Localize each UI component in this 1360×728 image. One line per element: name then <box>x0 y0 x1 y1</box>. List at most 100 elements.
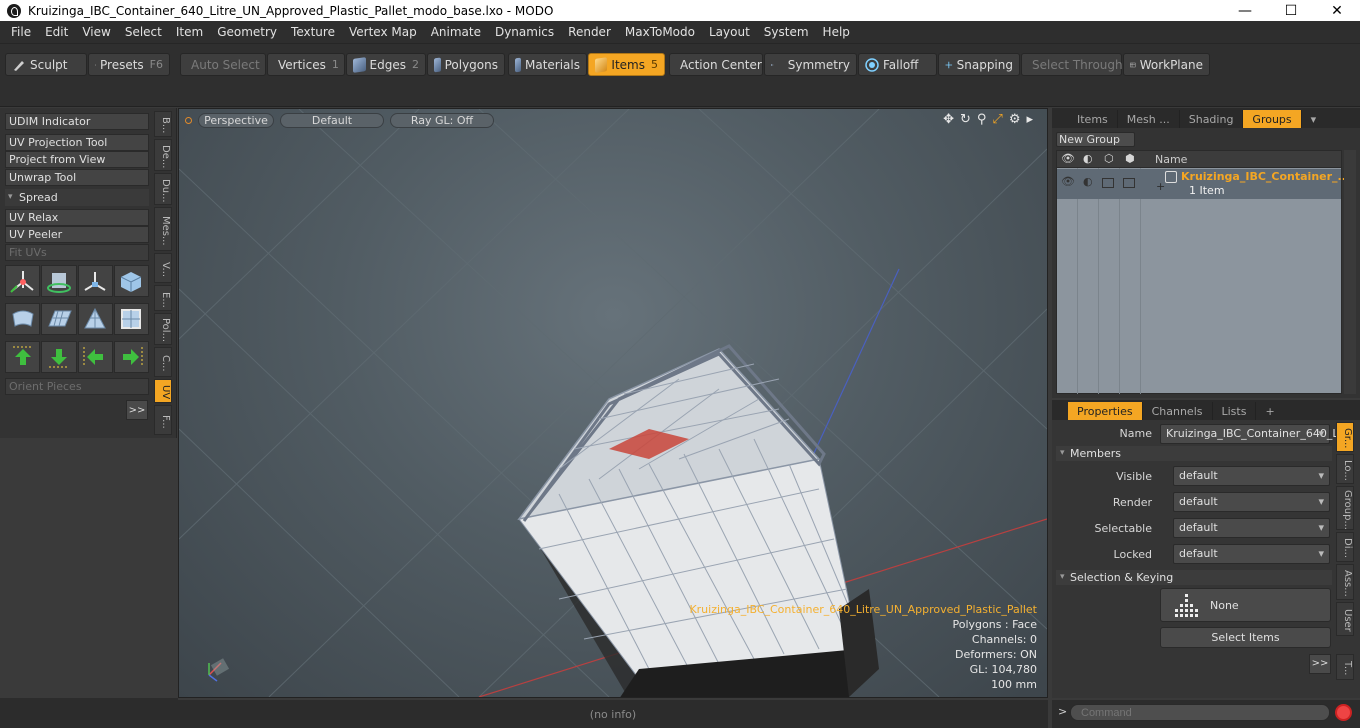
add-tab-button[interactable]: + <box>1256 402 1283 420</box>
items-button[interactable]: Items 5 <box>588 53 665 76</box>
project-from-view-button[interactable]: Project from View <box>5 151 149 168</box>
tab-properties[interactable]: Properties <box>1068 402 1143 420</box>
udim-indicator-button[interactable]: UDIM Indicator <box>5 113 149 130</box>
uv-peeler-button[interactable]: UV Peeler <box>5 226 149 243</box>
menu-vertex-map[interactable]: Vertex Map <box>342 25 424 39</box>
left-more-button[interactable]: >> <box>126 400 148 420</box>
edges-button[interactable]: Edges 2 <box>346 53 426 76</box>
vtab-pol[interactable]: Pol... <box>154 313 172 345</box>
row-visibility-eye-icon[interactable]: 👁 <box>1061 175 1075 188</box>
groups-scrollbar[interactable] <box>1344 150 1356 394</box>
uv-transform-icon[interactable] <box>5 265 41 297</box>
falloff-button[interactable]: Falloff <box>858 53 937 76</box>
vtab-group[interactable]: Group... <box>1336 486 1354 530</box>
locked-dropdown[interactable]: default <box>1173 544 1330 564</box>
vtab-gr[interactable]: Gr... <box>1336 422 1354 452</box>
uv-cylinder-icon[interactable] <box>41 265 77 297</box>
menu-view[interactable]: View <box>75 25 117 39</box>
viewport-options-dot[interactable] <box>185 116 192 124</box>
maximize-button[interactable]: ☐ <box>1268 0 1314 21</box>
shading-style-dropdown[interactable]: Default <box>280 112 384 128</box>
row-lock-checkbox[interactable] <box>1123 178 1135 188</box>
visibility-col-eye-icon[interactable]: 👁 <box>1061 152 1075 165</box>
uv-wrap-icon[interactable] <box>5 303 41 335</box>
polygons-button[interactable]: Polygons <box>427 53 505 76</box>
vtab-user[interactable]: User <box>1336 602 1354 636</box>
uv-projection-tool-button[interactable]: UV Projection Tool <box>5 134 149 151</box>
ray-gl-toggle[interactable]: Ray GL: Off <box>390 112 494 128</box>
viewport-menu-arrow-icon[interactable]: ▸ <box>1026 112 1033 127</box>
snapping-button[interactable]: Snapping <box>938 53 1020 76</box>
selectable-dropdown[interactable]: default <box>1173 518 1330 538</box>
menu-dynamics[interactable]: Dynamics <box>488 25 561 39</box>
vtab-f[interactable]: F... <box>154 405 172 435</box>
menu-maxtomodo[interactable]: MaxToModo <box>618 25 702 39</box>
orient-pieces-button[interactable]: Orient Pieces <box>5 378 149 395</box>
symmetry-button[interactable]: Symmetry <box>764 53 857 76</box>
menu-file[interactable]: File <box>4 25 38 39</box>
close-button[interactable]: ✕ <box>1314 0 1360 21</box>
3d-viewport[interactable]: Perspective Default Ray GL: Off ✥ ↻ ⚲ ⤢ … <box>178 108 1048 698</box>
vtab-ass[interactable]: Ass... <box>1336 564 1354 600</box>
menu-item[interactable]: Item <box>169 25 210 39</box>
group-row[interactable]: 👁 ◐ + Kruizinga_IBC_Container_... 1 Item <box>1057 169 1350 199</box>
vtab-t[interactable]: T... <box>1336 654 1354 680</box>
tabs-dropdown-icon[interactable]: ▾ <box>1302 110 1326 128</box>
viewport-settings-icon[interactable]: ⚙ <box>1009 112 1021 127</box>
expand-icon[interactable]: + <box>1156 180 1165 193</box>
arrow-up-icon[interactable] <box>5 341 41 373</box>
select-none-button[interactable]: None <box>1160 588 1331 622</box>
vtab-e[interactable]: E... <box>154 285 172 311</box>
tab-groups[interactable]: Groups <box>1243 110 1302 128</box>
menu-geometry[interactable]: Geometry <box>210 25 284 39</box>
rotate-icon[interactable]: ↻ <box>960 112 971 127</box>
presets-button[interactable]: Presets F6 <box>88 53 170 76</box>
arrow-left-icon[interactable] <box>77 341 113 373</box>
menu-help[interactable]: Help <box>816 25 857 39</box>
menu-texture[interactable]: Texture <box>284 25 342 39</box>
vtab-di[interactable]: Di... <box>1336 532 1354 562</box>
pan-icon[interactable]: ✥ <box>943 112 954 127</box>
uv-frame-icon[interactable] <box>113 303 149 335</box>
vtab-uv[interactable]: UV <box>154 379 172 403</box>
vtab-lo[interactable]: Lo... <box>1336 454 1354 484</box>
members-section[interactable]: Members <box>1056 446 1332 461</box>
name-column-header[interactable]: Name <box>1155 153 1187 166</box>
view-type-dropdown[interactable]: Perspective <box>198 112 274 128</box>
spread-section[interactable]: Spread <box>5 189 149 206</box>
menu-edit[interactable]: Edit <box>38 25 75 39</box>
tab-channels[interactable]: Channels <box>1143 402 1213 420</box>
render-dropdown[interactable]: default <box>1173 492 1330 512</box>
command-input[interactable] <box>1070 704 1330 721</box>
tab-mesh[interactable]: Mesh ... <box>1118 110 1180 128</box>
selection-keying-section[interactable]: Selection & Keying <box>1056 570 1332 585</box>
properties-more-button[interactable]: >> <box>1309 654 1331 674</box>
arrow-right-icon[interactable] <box>113 341 149 373</box>
menu-layout[interactable]: Layout <box>702 25 757 39</box>
group-name[interactable]: Kruizinga_IBC_Container_... <box>1181 170 1350 183</box>
uv-plane-icon[interactable] <box>41 303 77 335</box>
lock-col-icon[interactable]: ⬢ <box>1125 152 1135 165</box>
new-group-button[interactable]: New Group <box>1056 132 1135 147</box>
materials-button[interactable]: Materials <box>508 53 587 76</box>
vtab-c[interactable]: C... <box>154 347 172 377</box>
menu-render[interactable]: Render <box>561 25 618 39</box>
visible-dropdown[interactable]: default <box>1173 466 1330 486</box>
minimize-button[interactable]: — <box>1222 0 1268 21</box>
name-field[interactable]: Kruizinga_IBC_Container_640_Lit <box>1160 424 1346 444</box>
uv-box-icon[interactable] <box>113 265 149 297</box>
vtab-b[interactable]: B... <box>154 111 172 137</box>
uv-pyramid-icon[interactable] <box>77 303 113 335</box>
tab-shading[interactable]: Shading <box>1180 110 1244 128</box>
row-render-icon[interactable]: ◐ <box>1083 175 1093 188</box>
auto-select-button[interactable]: Auto Select <box>180 53 266 76</box>
tab-items[interactable]: Items <box>1068 110 1118 128</box>
select-col-icon[interactable]: ⬡ <box>1104 152 1114 165</box>
tab-lists[interactable]: Lists <box>1213 402 1257 420</box>
sculpt-button[interactable]: Sculpt <box>5 53 87 76</box>
arrow-down-icon[interactable] <box>41 341 77 373</box>
render-col-icon[interactable]: ◐ <box>1083 152 1093 165</box>
menu-animate[interactable]: Animate <box>424 25 488 39</box>
vtab-mes[interactable]: Mes... <box>154 207 172 251</box>
workplane-button[interactable]: WorkPlane <box>1123 53 1210 76</box>
